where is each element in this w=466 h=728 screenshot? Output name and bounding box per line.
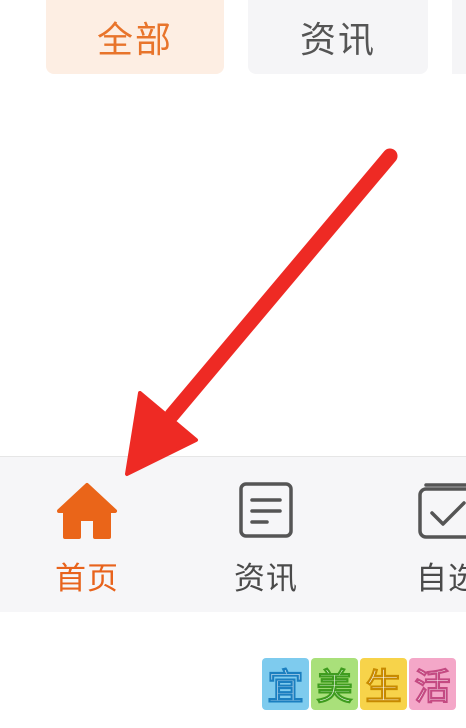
home-icon [57,483,117,539]
nav-item-news-label: 资讯 [234,561,298,597]
nav-item-home[interactable]: 首页 [17,457,157,613]
news-document-icon [239,482,293,538]
watermark-char: 生 [360,658,407,710]
tab-all[interactable]: 全部 [46,0,224,74]
bottom-navigation: 首页 资讯 自选 [0,456,466,612]
watermark-char: 美 [311,658,358,710]
red-arrow-icon [125,148,398,476]
watermark-logo: 宜 美 生 活 [262,658,456,710]
nav-item-watchlist[interactable]: 自选 [396,457,466,613]
tab-partial-edge[interactable] [452,0,466,74]
tab-news[interactable]: 资讯 [248,0,428,74]
watermark-char: 宜 [262,658,309,710]
watermark-char: 活 [409,658,456,710]
app-screen: 全部 资讯 首页 资讯 自选 宜 美 生 活 [0,0,466,728]
tab-news-label: 资讯 [299,20,376,61]
nav-item-news[interactable]: 资讯 [196,457,336,613]
watchlist-checkbox-icon [418,483,466,539]
nav-item-home-label: 首页 [55,561,119,597]
tab-all-label: 全部 [96,20,173,61]
nav-item-watchlist-label: 自选 [416,561,466,597]
